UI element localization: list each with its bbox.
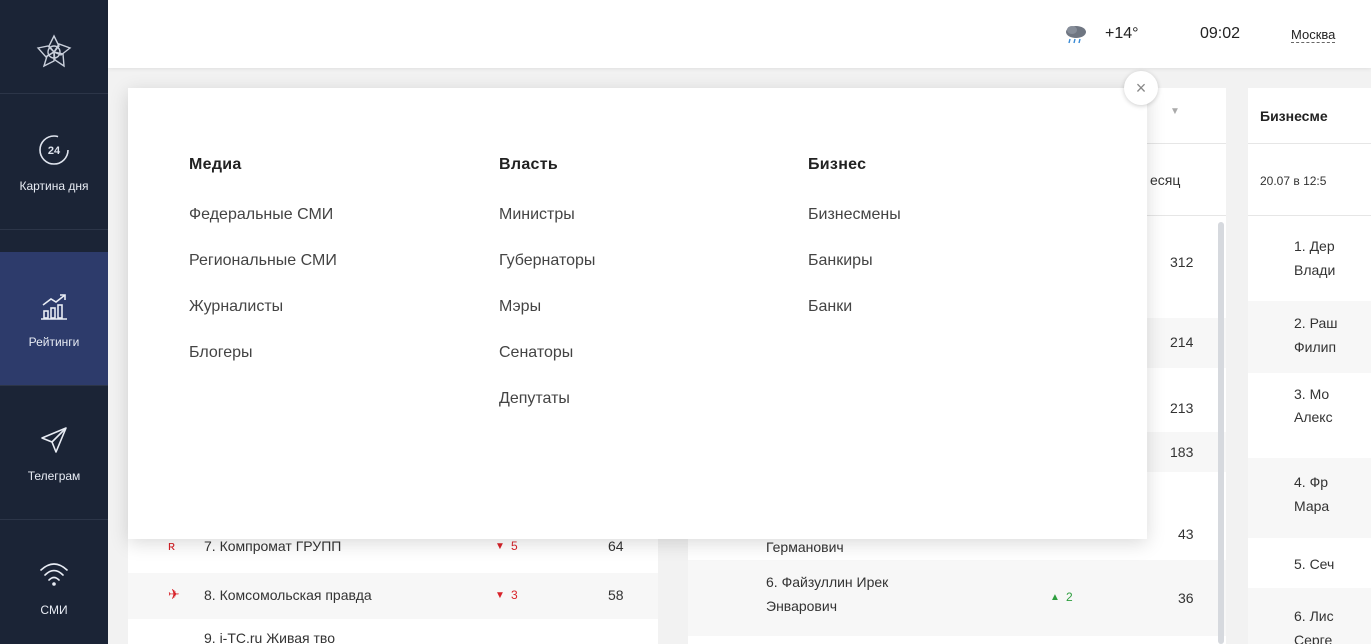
sidebar-item-media[interactable]: СМИ [0, 520, 108, 644]
row-name-line2: Филип [1294, 339, 1337, 355]
sidebar-item-ratings[interactable]: Рейтинги [0, 252, 108, 386]
date-label: 20.07 в 12:5 [1260, 174, 1327, 188]
row-name: 2. Раш [1294, 315, 1338, 331]
sidebar-item-label: Телеграм [27, 468, 81, 483]
flower-logo-icon [36, 33, 72, 67]
close-button[interactable]: × [1124, 71, 1158, 105]
tab-month[interactable]: есяц [1150, 172, 1180, 188]
row-value: 312 [1170, 254, 1194, 270]
paper-plane-icon [36, 422, 72, 458]
row-name-partial: Германович [766, 539, 844, 555]
card-title: Бизнесме [1260, 108, 1328, 124]
row-name-line2: Серге [1294, 632, 1333, 644]
down-arrow-icon: ▼ [495, 590, 505, 601]
row-change: 5 [511, 539, 518, 553]
current-time: 09:02 [1200, 25, 1241, 42]
row-name-line2: Влади [1294, 262, 1336, 278]
dropdown-arrow-icon[interactable]: ▼ [1170, 106, 1180, 117]
sidebar: 24 Картина дня Рейтинги Телеграм СМИ [0, 0, 108, 644]
top-bar: +14° 09:02 Москва [108, 0, 1371, 68]
column-title: Медиа [189, 156, 242, 173]
down-arrow-icon: ▼ [495, 541, 505, 552]
row-value: 43 [1178, 526, 1194, 542]
sidebar-item-label: СМИ [40, 602, 68, 617]
row-value: 36 [1178, 590, 1194, 606]
media-logo-icon: ʀ [168, 538, 176, 553]
sidebar-item-telegram[interactable]: Телеграм [0, 386, 108, 520]
row-value: 213 [1170, 400, 1194, 416]
category-column-power: Власть Министры Губернаторы Мэры Сенатор… [499, 156, 595, 436]
list-item[interactable]: 3. Мо Алекс [1248, 374, 1371, 446]
card-header: Бизнесме [1248, 88, 1371, 144]
list-item[interactable]: 4. Фр Мара [1248, 458, 1371, 538]
card-date: 20.07 в 12:5 [1248, 144, 1371, 216]
table-row[interactable]: 9. i-TC.ru Живая тво [128, 628, 658, 644]
category-column-media: Медиа Федеральные СМИ Региональные СМИ Ж… [189, 156, 337, 390]
media-logo-icon: ✈ [168, 586, 180, 602]
sidebar-item-day-picture[interactable]: 24 Картина дня [0, 96, 108, 230]
chart-icon [36, 288, 72, 324]
logo[interactable] [0, 10, 108, 94]
clock-24-icon: 24 [36, 132, 72, 168]
row-name: 6. Лис [1294, 608, 1334, 624]
row-change: 3 [511, 588, 518, 602]
column-title: Власть [499, 156, 558, 173]
list-item[interactable]: 1. Дер Влади [1248, 228, 1371, 300]
list-item[interactable]: 5. Сеч [1248, 540, 1371, 586]
temperature: +14° [1105, 25, 1139, 42]
row-name: 5. Сеч [1294, 556, 1335, 572]
close-icon: × [1135, 77, 1147, 98]
ratings-card-right: Бизнесме 20.07 в 12:5 1. Дер Влади 2. Ра… [1248, 88, 1371, 644]
category-column-business: Бизнес Бизнесмены Банкиры Банки [808, 156, 901, 344]
menu-item-senators[interactable]: Сенаторы [499, 344, 595, 367]
menu-item-federal-media[interactable]: Федеральные СМИ [189, 206, 337, 229]
row-value: 183 [1170, 444, 1194, 460]
row-name-line2: Энварович [766, 598, 837, 614]
table-row[interactable]: ✈ 8. Комсомольская правда ▼ 3 58 [128, 573, 658, 619]
row-name: 6. Файзуллин Ирек [766, 574, 889, 590]
menu-item-journalists[interactable]: Журналисты [189, 298, 337, 321]
row-name: 8. Комсомольская правда [204, 587, 372, 603]
row-name-line2: Алекс [1294, 409, 1333, 425]
wifi-icon [36, 556, 72, 592]
row-name: 3. Мо [1294, 386, 1330, 402]
row-value: 64 [608, 538, 624, 554]
list-item[interactable]: 2. Раш Филип [1248, 301, 1371, 373]
menu-item-banks[interactable]: Банки [808, 298, 901, 321]
menu-item-mayors[interactable]: Мэры [499, 298, 595, 321]
up-arrow-icon: ▲ [1050, 592, 1060, 603]
row-value: 214 [1170, 334, 1194, 350]
menu-item-ministers[interactable]: Министры [499, 206, 595, 229]
column-title: Бизнес [808, 156, 867, 173]
cloud-rain-icon [1066, 26, 1086, 44]
city-selector[interactable]: Москва [1291, 28, 1336, 43]
table-row[interactable]: 6. Файзуллин Ирек Энварович ▲ 2 36 [688, 560, 1226, 636]
menu-item-governors[interactable]: Губернаторы [499, 252, 595, 275]
sidebar-item-label: Картина дня [19, 178, 89, 193]
row-name: 4. Фр [1294, 474, 1328, 490]
menu-item-regional-media[interactable]: Региональные СМИ [189, 252, 337, 275]
row-value: 58 [608, 587, 624, 603]
row-name: 9. i-TC.ru Живая тво [204, 630, 335, 644]
row-name-line2: Мара [1294, 498, 1330, 514]
row-name: 7. Компромат ГРУПП [204, 538, 342, 554]
menu-item-businessmen[interactable]: Бизнесмены [808, 206, 901, 229]
menu-item-deputies[interactable]: Депутаты [499, 390, 595, 413]
scrollbar[interactable] [1218, 222, 1224, 644]
svg-text:24: 24 [48, 145, 61, 157]
menu-item-bloggers[interactable]: Блогеры [189, 344, 337, 367]
row-change: 2 [1066, 590, 1073, 604]
row-name: 1. Дер [1294, 238, 1335, 254]
sidebar-item-label: Рейтинги [28, 334, 80, 349]
menu-item-bankers[interactable]: Банкиры [808, 252, 901, 275]
ratings-categories-popup: Медиа Федеральные СМИ Региональные СМИ Ж… [128, 88, 1147, 539]
list-item[interactable]: 6. Лис Серге [1248, 588, 1371, 644]
